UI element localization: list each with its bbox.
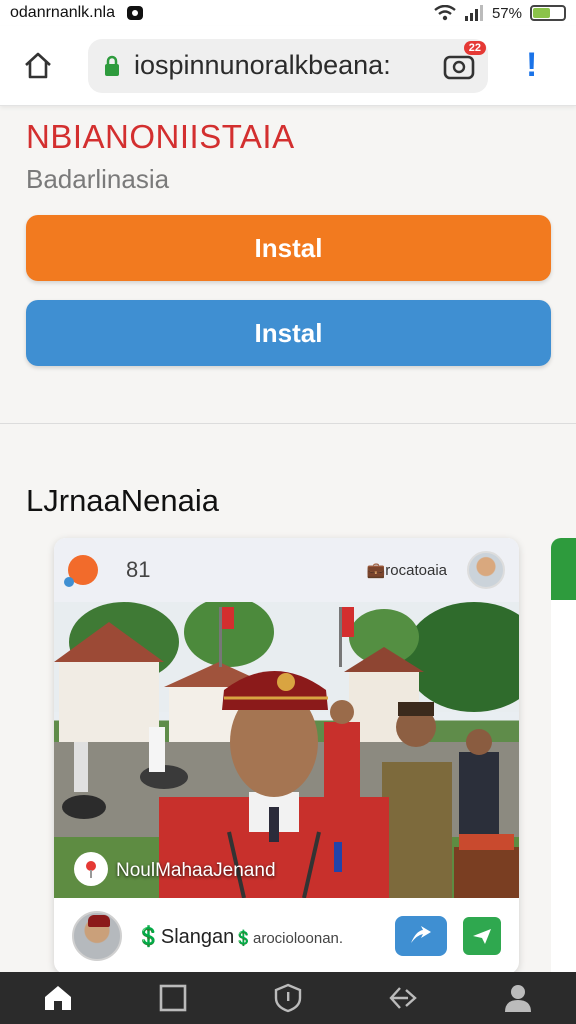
poster-avatar[interactable]	[72, 911, 122, 961]
app-title: NBIANONIISTAIA	[26, 118, 295, 155]
location-pin-button[interactable]	[74, 852, 108, 886]
share-icon	[411, 926, 431, 943]
card-tag: 💼rocatoaia	[366, 562, 447, 579]
card-count: 81	[126, 557, 151, 582]
profile-icon	[505, 985, 532, 1012]
battery-percent: 57%	[491, 4, 522, 22]
status-bar: odanrnanlk.nla 57%	[0, 0, 576, 26]
status-right: 57%	[434, 5, 566, 22]
poster-name: 💲Slangan	[136, 925, 235, 948]
next-card-header[interactable]	[551, 538, 576, 600]
nav-profile[interactable]	[498, 978, 538, 1018]
tabs-icon	[443, 55, 475, 79]
section-divider	[0, 423, 576, 424]
nav-home[interactable]	[38, 978, 78, 1018]
post-card[interactable]: 81 💼rocatoaia NoulMahaaJenand 💲Slangan💲a…	[54, 538, 519, 974]
battery-icon	[530, 5, 566, 21]
photo-scene	[54, 602, 519, 898]
home-icon	[25, 52, 51, 78]
square-icon	[159, 984, 187, 1012]
notification-app-icon	[126, 6, 143, 20]
tab-count-badge: 22	[463, 40, 486, 55]
install-button-primary[interactable]: Instal	[26, 215, 551, 281]
post-photo[interactable]: NoulMahaaJenand	[54, 602, 519, 898]
pin-icon	[86, 861, 96, 878]
app-badge-icon	[64, 555, 98, 587]
status-text: odanrnanlk.nla	[10, 4, 115, 21]
poster-detail: 💲arocioloonan.	[234, 929, 344, 947]
home-icon	[44, 986, 71, 1010]
nav-square[interactable]	[153, 978, 193, 1018]
menu-button[interactable]: !	[526, 46, 537, 85]
card-header: 81 💼rocatoaia	[54, 538, 519, 602]
address-bar[interactable]: iospinnunoralkbeana: 22	[88, 38, 488, 93]
author-avatar[interactable]	[467, 551, 505, 589]
message-icon	[473, 929, 491, 944]
status-left: odanrnanlk.nla	[10, 4, 143, 22]
install-button-secondary[interactable]: Instal	[26, 300, 551, 366]
shield-icon	[274, 983, 302, 1013]
wifi-icon	[434, 5, 456, 21]
share-button[interactable]	[395, 916, 447, 956]
tabs-button[interactable]: 22	[442, 40, 486, 81]
battery-fill	[533, 8, 551, 18]
photo-caption: NoulMahaaJenand	[116, 860, 276, 881]
nav-back[interactable]	[383, 978, 423, 1018]
section-title: LJrnaaNenaia	[26, 483, 220, 518]
home-button[interactable]	[18, 46, 58, 86]
lock-icon	[105, 55, 119, 76]
card-footer: 💲Slangan💲arocioloonan.	[54, 898, 519, 974]
poster-info: 💲Slangan💲arocioloonan.	[136, 924, 343, 949]
app-subtitle: Badarlinasia	[26, 164, 170, 194]
browser-toolbar: iospinnunoralkbeana: 22 !	[0, 26, 576, 106]
next-card-body[interactable]	[551, 600, 576, 974]
back-icon	[389, 987, 417, 1009]
signal-icon	[464, 5, 483, 21]
bottom-navigation	[0, 972, 576, 1024]
url-text: iospinnunoralkbeana:	[134, 50, 391, 80]
nav-shield[interactable]	[268, 978, 308, 1018]
message-button[interactable]	[463, 917, 501, 955]
